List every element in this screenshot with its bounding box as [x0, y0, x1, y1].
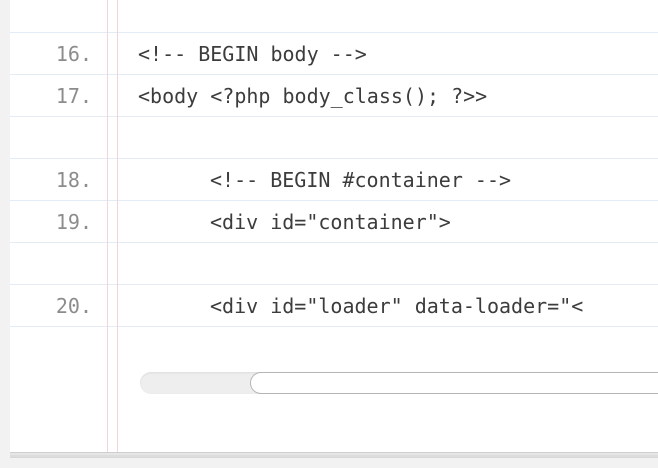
line-code[interactable]: <!-- BEGIN body --> [138, 33, 367, 75]
code-line-16: 16. <!-- BEGIN body --> [10, 33, 658, 75]
line-code[interactable]: <body <?php body_class(); ?>> [138, 75, 487, 117]
line-number: 16. [55, 42, 92, 66]
page-edge [10, 457, 658, 458]
line-number: 20. [55, 294, 92, 318]
line-number: 18. [55, 168, 92, 192]
code-line-18: 18. <!-- BEGIN #container --> [10, 159, 658, 201]
code-line-17: 17. <body <?php body_class(); ?>> [10, 75, 658, 117]
line-number: 17. [55, 84, 92, 108]
code-line-20: 20. <div id="loader" data-loader="< [10, 285, 658, 327]
code-line-19: 19. <div id="container"> [10, 201, 658, 243]
horizontal-scrollbar-track[interactable] [140, 372, 658, 394]
horizontal-scrollbar-thumb[interactable] [250, 372, 658, 394]
code-listing-panel: 16. <!-- BEGIN body --> 17. <body <?php … [10, 0, 658, 453]
line-code[interactable]: <!-- BEGIN #container --> [210, 159, 511, 201]
line-number: 19. [55, 210, 92, 234]
line-code[interactable]: <div id="loader" data-loader="< [210, 285, 583, 327]
line-code[interactable]: <div id="container"> [210, 201, 451, 243]
